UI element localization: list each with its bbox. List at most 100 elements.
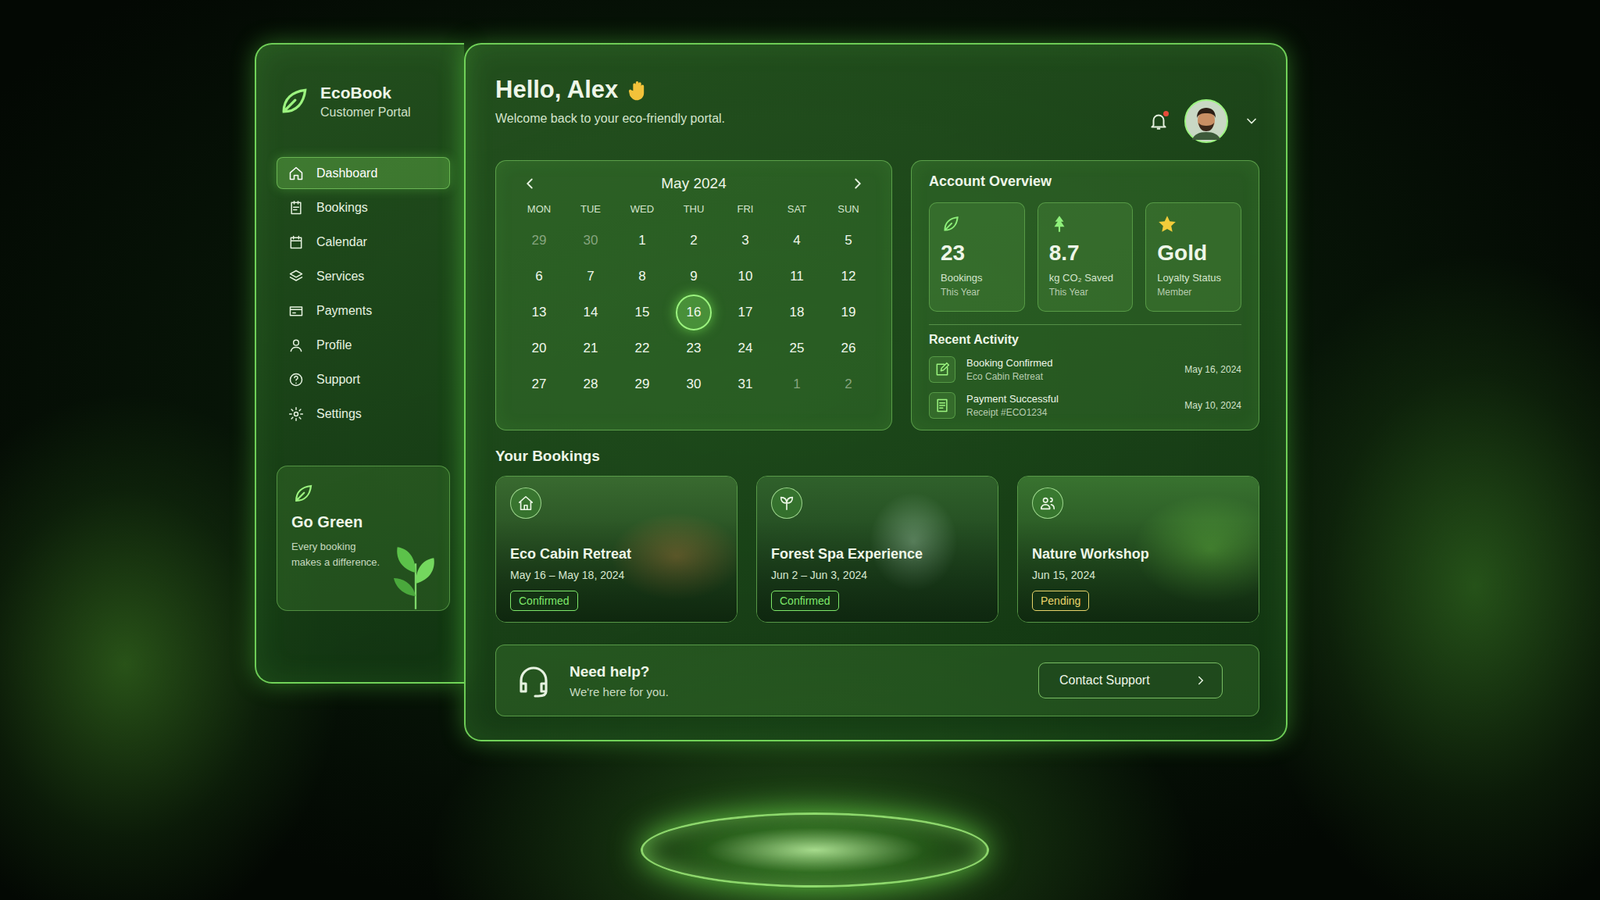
go-green-card[interactable]: Go Green Every booking makes a differenc… [276,465,450,611]
sidebar-item-label: Bookings [316,200,368,215]
chevron-left-icon[interactable] [521,175,539,193]
logo-subtitle: Customer Portal [320,105,411,120]
calendar-day[interactable]: 19 [830,294,867,331]
help-bar: Need help? We're here for you. Contact S… [495,644,1260,717]
account-overview: Account Overview 23 Bookings This Year 8… [910,160,1260,431]
calendar-day[interactable]: 2 [675,222,712,259]
calendar-day[interactable]: 4 [778,222,815,259]
stat-card: 23 Bookings This Year [928,202,1025,312]
avatar-icon[interactable] [1184,99,1229,143]
stat-sublabel: This Year [940,286,1014,298]
calendar-day[interactable]: 29 [624,366,661,403]
edit-icon [934,361,950,378]
greeting-subtitle: Welcome back to your eco-friendly portal… [495,111,725,126]
foliage-right [1240,250,1600,900]
booking-title: Forest Spa Experience [771,546,923,563]
notifications-button[interactable] [1148,110,1169,132]
calendar-day[interactable]: 17 [727,294,764,331]
booking-dates: Jun 2 – Jun 3, 2024 [771,568,868,582]
booking-card[interactable]: Nature Workshop Jun 15, 2024 Pending [1017,475,1260,623]
sidebar-item[interactable]: Bookings [276,191,450,224]
calendar-day[interactable]: 11 [778,258,815,295]
calendar-day[interactable]: 25 [778,330,815,367]
star-icon [1157,214,1178,235]
greeting: Hello, Alex [495,75,618,104]
sidebar-item[interactable]: Dashboard [276,157,450,190]
bookings-icon [288,200,304,216]
status-badge: Confirmed [510,590,579,611]
sidebar-item[interactable]: Payments [276,294,450,327]
chevron-down-icon[interactable] [1243,113,1260,129]
calendar-day[interactable]: 12 [830,258,867,295]
activity-detail: Receipt #ECO1234 [966,407,1174,418]
services-icon [288,268,304,285]
sidebar-item-label: Dashboard [316,166,378,181]
divider [928,324,1242,325]
stat-label: Bookings [940,271,1014,284]
calendar-day[interactable]: 10 [727,258,764,295]
sidebar-item-label: Services [316,269,365,284]
booking-card[interactable]: Forest Spa Experience Jun 2 – Jun 3, 202… [756,475,999,623]
booking-card[interactable]: Eco Cabin Retreat May 16 – May 18, 2024 … [495,475,738,623]
sidebar-item[interactable]: Services [276,260,450,293]
activity-title: Booking Confirmed [966,357,1174,369]
chevron-right-icon [1193,673,1208,688]
activity-item[interactable]: Payment Successful Receipt #ECO1234 May … [928,392,1242,419]
sidebar-item[interactable]: Calendar [276,225,450,258]
sidebar-item[interactable]: Support [276,363,450,396]
support-icon [288,371,304,388]
activity-detail: Eco Cabin Retreat [966,371,1174,383]
calendar-day[interactable]: 30 [572,222,609,259]
calendar-day[interactable]: 16 [675,294,712,331]
platform-glow [640,812,990,888]
calendar-day[interactable]: 27 [521,366,558,403]
calendar-day[interactable]: 2 [830,366,867,403]
unread-dot [1163,110,1169,117]
calendar-day[interactable]: 28 [572,366,609,403]
sidebar: EcoBook Customer Portal Dashboard Bookin… [254,42,465,684]
calendar-day[interactable]: 31 [727,366,764,403]
stat-value: 23 [940,240,1014,266]
calendar-day[interactable]: 29 [521,222,558,259]
calendar-day[interactable]: 14 [572,294,609,331]
calendar-day[interactable]: 18 [778,294,815,331]
logo[interactable]: EcoBook Customer Portal [276,83,450,120]
status-badge: Pending [1032,590,1090,611]
calendar-day[interactable]: 23 [675,330,712,367]
calendar-day[interactable]: 22 [624,330,661,367]
weekday-label: WED [616,203,668,223]
calendar-day[interactable]: 7 [572,258,609,295]
chevron-right-icon[interactable] [849,175,867,193]
activity-item[interactable]: Booking Confirmed Eco Cabin Retreat May … [928,356,1242,383]
promo-text: Every booking makes a difference. [291,539,384,570]
calendar-day[interactable]: 30 [675,366,712,403]
calendar-day[interactable]: 1 [624,222,661,259]
calendar-day[interactable]: 26 [830,330,867,367]
calendar-day[interactable]: 8 [624,258,661,295]
sidebar-nav: Dashboard Bookings Calendar Services Pay… [276,157,450,430]
contact-support-label: Contact Support [1059,673,1150,688]
contact-support-button[interactable]: Contact Support [1038,662,1223,699]
stat-card: 8.7 kg CO₂ Saved This Year [1037,202,1134,312]
sidebar-item[interactable]: Profile [276,328,450,361]
help-subtitle: We're here for you. [569,685,669,699]
leaf-icon [940,214,961,235]
sidebar-item[interactable]: Settings [276,397,450,430]
calendar-day[interactable]: 3 [727,222,764,259]
calendar-day[interactable]: 15 [624,294,661,331]
sidebar-item-label: Calendar [316,235,368,250]
calendar-day[interactable]: 5 [830,222,867,259]
calendar-day[interactable]: 6 [521,258,558,295]
receipt-icon [934,397,950,414]
calendar-day[interactable]: 24 [727,330,764,367]
calendar-day[interactable]: 9 [675,258,712,295]
profile-icon [288,337,304,354]
calendar-day[interactable]: 1 [778,366,815,403]
booking-title: Nature Workshop [1032,546,1150,563]
portal-window: EcoBook Customer Portal Dashboard Bookin… [254,42,1288,900]
stat-value: 8.7 [1049,240,1122,266]
calendar-day[interactable]: 21 [572,330,609,367]
calendar-day[interactable]: 20 [521,330,558,367]
weekday-label: THU [667,203,720,223]
calendar-day[interactable]: 13 [521,294,558,331]
